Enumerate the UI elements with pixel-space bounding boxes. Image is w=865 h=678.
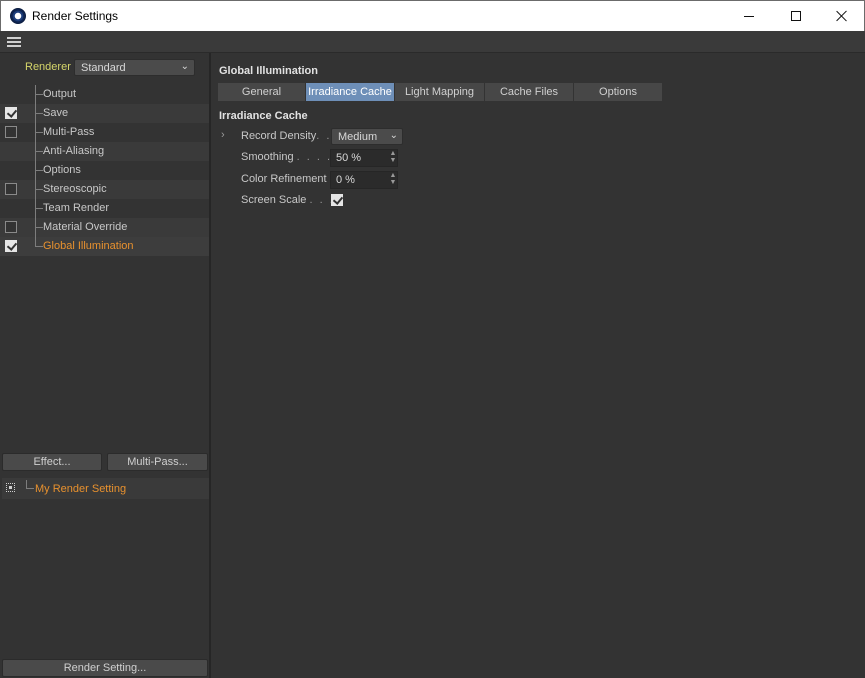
menu-bar	[0, 31, 865, 53]
minimize-button[interactable]	[726, 1, 772, 31]
hamburger-icon[interactable]	[7, 37, 21, 47]
renderer-label: Renderer	[25, 61, 71, 73]
main-panel: Global Illumination General Irradiance C…	[213, 53, 865, 678]
chevron-down-icon: ⌄	[389, 130, 398, 141]
chevron-down-icon: ⌄	[180, 61, 189, 72]
window-title: Render Settings	[32, 9, 119, 23]
record-density-label: Record Density. .	[241, 130, 332, 142]
tab-irradiance-cache[interactable]: Irradiance Cache	[306, 83, 395, 101]
record-density-row: › Record Density. . Medium ⌄	[213, 128, 613, 146]
render-setting-button[interactable]: Render Setting...	[2, 659, 208, 677]
sidebar-item-anti-aliasing[interactable]: Anti-Aliasing	[0, 142, 209, 161]
maximize-button[interactable]	[773, 1, 819, 31]
sidebar-item-multi-pass[interactable]: Multi-Pass	[0, 123, 209, 142]
renderer-select[interactable]: Standard ⌄	[74, 59, 195, 76]
sidebar-item-label: Global Illumination	[43, 240, 134, 252]
chevron-right-icon[interactable]: ›	[221, 129, 225, 141]
section-title: Global Illumination	[219, 65, 318, 77]
save-checkbox[interactable]	[5, 107, 17, 119]
global-illumination-checkbox[interactable]	[5, 240, 17, 252]
render-setting-icon	[6, 483, 15, 492]
sidebar-item-label: Output	[43, 88, 77, 100]
close-icon	[836, 10, 848, 22]
smoothing-row: Smoothing . . . . 50 % ▲ ▼	[213, 149, 613, 167]
sidebar-item-save[interactable]: Save	[0, 104, 209, 123]
sidebar-item-global-illumination[interactable]: Global Illumination	[0, 237, 209, 256]
color-refinement-stepper[interactable]: ▲ ▼	[388, 172, 398, 188]
effect-button[interactable]: Effect...	[2, 453, 102, 471]
maximize-icon	[791, 11, 801, 21]
screen-scale-label: Screen Scale . . .	[241, 194, 335, 206]
stereoscopic-checkbox[interactable]	[5, 183, 17, 195]
multi-pass-button[interactable]: Multi-Pass...	[107, 453, 208, 471]
tab-cache-files[interactable]: Cache Files	[485, 83, 574, 101]
renderer-value: Standard	[81, 62, 126, 74]
settings-tree: Output Save Multi-Pass Anti-Aliasing Opt…	[0, 85, 209, 256]
color-refinement-label: Color Refinement	[241, 173, 327, 185]
sidebar-item-team-render[interactable]: Team Render	[0, 199, 209, 218]
sidebar-item-label: Save	[43, 107, 69, 119]
render-setting-label: My Render Setting	[35, 483, 127, 495]
sidebar-item-label: Multi-Pass	[43, 126, 95, 138]
record-density-value: Medium	[338, 131, 378, 143]
multi-pass-checkbox[interactable]	[5, 126, 17, 138]
sidebar-item-label: Material Override	[43, 221, 128, 233]
sidebar-item-label: Options	[43, 164, 81, 176]
render-setting-item[interactable]: My Render Setting	[2, 478, 209, 499]
tab-options[interactable]: Options	[574, 83, 662, 101]
sidebar-item-material-override[interactable]: Material Override	[0, 218, 209, 237]
sidebar-item-output[interactable]: Output	[0, 85, 209, 104]
smoothing-label: Smoothing . . . .	[241, 151, 333, 163]
tab-general[interactable]: General	[218, 83, 306, 101]
minimize-icon	[744, 15, 754, 17]
settings-sidebar: Renderer Standard ⌄ Output Save Multi-Pa…	[0, 53, 211, 678]
app-icon	[10, 8, 26, 24]
sidebar-item-stereoscopic[interactable]: Stereoscopic	[0, 180, 209, 199]
sidebar-item-options[interactable]: Options	[0, 161, 209, 180]
tab-bar: General Irradiance Cache Light Mapping C…	[218, 83, 662, 101]
screen-scale-checkbox[interactable]	[331, 194, 343, 206]
tab-light-mapping[interactable]: Light Mapping	[395, 83, 485, 101]
sidebar-item-label: Team Render	[43, 202, 110, 214]
sidebar-item-label: Stereoscopic	[43, 183, 107, 195]
smoothing-stepper[interactable]: ▲ ▼	[388, 150, 398, 166]
material-override-checkbox[interactable]	[5, 221, 17, 233]
color-refinement-row: Color Refinement 0 % ▲ ▼	[213, 171, 613, 189]
screen-scale-row: Screen Scale . . .	[213, 192, 613, 210]
record-density-select[interactable]: Medium ⌄	[331, 128, 403, 145]
group-title: Irradiance Cache	[219, 110, 308, 122]
sidebar-item-label: Anti-Aliasing	[43, 145, 105, 157]
close-button[interactable]	[819, 1, 865, 31]
title-bar: Render Settings	[0, 0, 865, 31]
